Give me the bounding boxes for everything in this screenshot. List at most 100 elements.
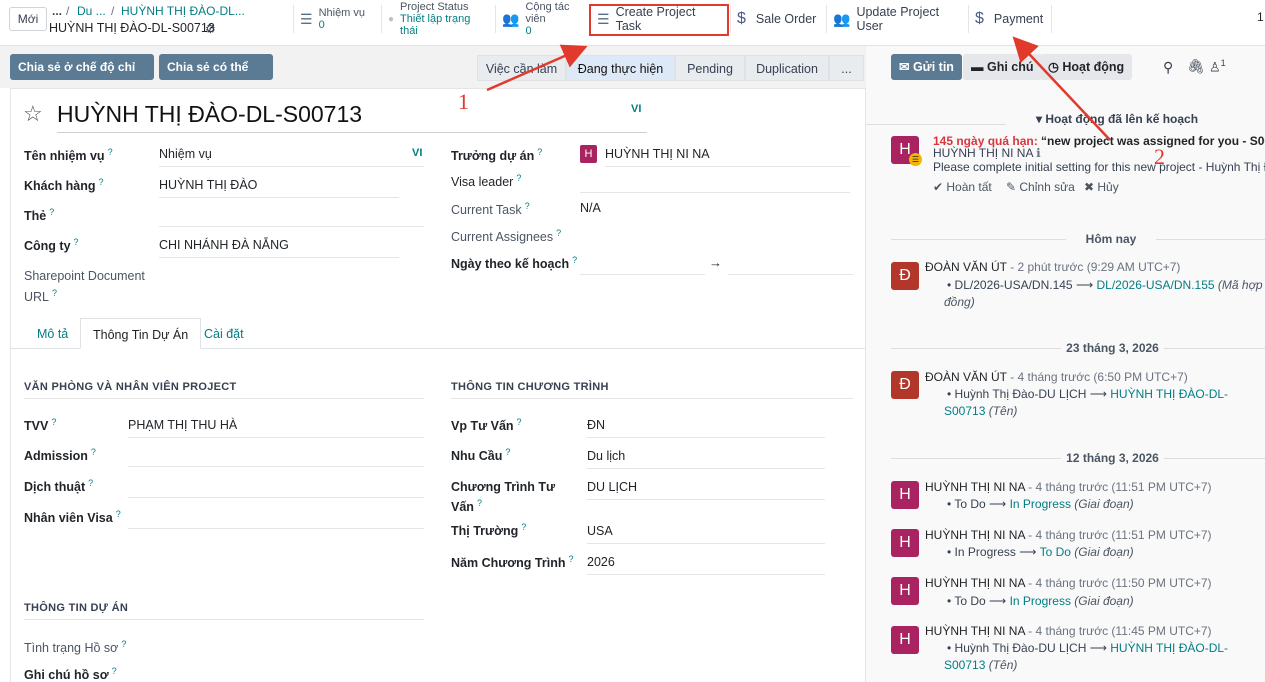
sale-order-button[interactable]: $ Sale Order [730, 5, 826, 33]
avatar: H [580, 145, 597, 163]
stat-tasks[interactable]: ☰ Nhiệm vụ 0 [293, 5, 381, 33]
avatar: Đ [891, 262, 919, 290]
message-header: ĐOÀN VĂN ÚT - 2 phút trước (9:29 AM UTC+… [925, 260, 1181, 274]
need-input[interactable]: Du lịch [587, 449, 825, 469]
admission-input[interactable] [128, 447, 424, 467]
tracking-change-cont: S00713 (Tên) [944, 404, 1018, 418]
customer-input[interactable]: HUỲNH THỊ ĐÀO [159, 178, 399, 198]
activity-edit-button[interactable]: ✎ Chỉnh sửa [1006, 180, 1075, 194]
field-label: Tên nhiệm vụ? [24, 147, 113, 164]
divider [891, 239, 1066, 240]
tasks-icon: ☰ [300, 10, 313, 27]
record-name-field[interactable]: HUỲNH THỊ ĐÀO-DL-S00713 [57, 101, 647, 133]
planned-activities-toggle[interactable]: ▾ Hoạt động đã lên kế hoạch [1036, 112, 1198, 126]
visa-leader-input[interactable] [580, 173, 850, 193]
stage-todo[interactable]: Việc cần làm [477, 55, 566, 81]
share-edit-button[interactable]: Chia sẻ có thể sửa [159, 54, 273, 100]
field-label: Tình trạng Hồ sơ? [24, 639, 127, 656]
stage-more[interactable]: ... [829, 55, 864, 81]
stat-label: Project Status [400, 1, 469, 13]
activity-done-button[interactable]: ✔ Hoàn tất [933, 180, 992, 194]
divider [1164, 458, 1265, 459]
stage-pending[interactable]: Pending [675, 55, 745, 81]
breadcrumb-project[interactable]: HUỲNH THỊ ĐÀO-DL... [121, 4, 245, 18]
program-year-input[interactable]: 2026 [587, 555, 825, 575]
field-label: Thị Trường? [451, 522, 527, 539]
company-input[interactable]: CHI NHÁNH ĐÀ NẴNG [159, 238, 399, 258]
field-label: Visa leader? [451, 173, 522, 190]
task-name-input[interactable]: Nhiệm vụ [159, 147, 424, 167]
field-label: Khách hàng? [24, 177, 104, 194]
program-input[interactable]: DU LỊCH [587, 480, 825, 500]
field-label: Năm Chương Trình? [451, 554, 574, 571]
office-input[interactable]: ĐN [587, 418, 825, 438]
stat-label: Nhiệm vụ [318, 7, 366, 19]
stat-value: 0 [525, 25, 532, 37]
visa-staff-input[interactable] [128, 509, 424, 529]
tracking-change-cont: S00713 (Tên) [944, 658, 1018, 672]
date-separator: Hôm nay [1085, 232, 1137, 246]
tags-input[interactable] [159, 207, 424, 227]
divider [866, 124, 1006, 125]
breadcrumb-du[interactable]: Du ... [77, 4, 106, 18]
field-label: Admission? [24, 447, 96, 464]
divider [1156, 239, 1265, 240]
tab-project-info[interactable]: Thông Tin Dự Án [80, 318, 202, 349]
activity-type-icon: ☰ [909, 153, 922, 166]
new-button[interactable]: Mới [9, 7, 47, 31]
annotation-number-2: 2 [1154, 144, 1165, 169]
translation-input[interactable] [128, 478, 424, 498]
planned-date-start[interactable] [580, 255, 705, 275]
stat-collaborators[interactable]: 👥 Cộng tác viên 0 [495, 1, 590, 37]
stat-project-status[interactable]: ● Project Status Thiết lập trạng thái [381, 1, 495, 37]
avatar: H [891, 577, 919, 605]
divider [1164, 348, 1265, 349]
info-icon: ℹ [1036, 146, 1041, 160]
gear-icon[interactable]: ⚙ [205, 22, 216, 36]
field-label: Current Assignees? [451, 228, 562, 245]
activity-cancel-button[interactable]: ✖ Hủy [1084, 180, 1119, 194]
field-label: Current Task? [451, 201, 530, 218]
field-label: TVV? [24, 417, 57, 434]
stat-value: 0 [318, 19, 325, 31]
lang-toggle[interactable]: VI [412, 147, 422, 159]
avatar: H [891, 529, 919, 557]
star-icon[interactable]: ☆ [23, 101, 43, 127]
message-header: HUỲNH THỊ NI NA - 4 tháng trước (11:50 P… [925, 576, 1212, 590]
message-header: HUỲNH THỊ NI NA - 4 tháng trước (11:51 P… [925, 528, 1212, 542]
tracking-change: • To Do ⟶ In Progress (Giai đoạn) [947, 594, 1134, 608]
tracking-change: • In Progress ⟶ To Do (Giai đoạn) [947, 545, 1134, 559]
field-label: Ngày theo kế hoạch? [451, 255, 578, 272]
message-header: HUỲNH THỊ NI NA - 4 tháng trước (11:45 P… [925, 624, 1212, 638]
search-icon[interactable]: ⚲ [1163, 59, 1173, 76]
market-input[interactable]: USA [587, 524, 825, 544]
field-label: Ghi chú hồ sơ? [24, 666, 117, 682]
date-separator: 12 tháng 3, 2026 [1066, 451, 1159, 465]
followers-icon[interactable]: ♙1 [1209, 58, 1226, 75]
users-icon: 👥 [833, 10, 851, 27]
update-project-user-button[interactable]: 👥 Update Project User [826, 5, 968, 33]
send-message-button[interactable]: ✉ Gửi tin [891, 54, 962, 80]
stage-in-progress[interactable]: Đang thực hiện [566, 55, 675, 81]
tvv-input[interactable]: PHẠM THỊ THU HÀ [128, 418, 424, 438]
stage-duplication[interactable]: Duplication [745, 55, 829, 81]
pager[interactable]: 1 [1257, 10, 1264, 24]
activity-button[interactable]: ◷ Hoạt động [1040, 54, 1133, 80]
update-user-label: Update Project User [856, 5, 940, 33]
field-label: Chương Trình Tư Vấn? [451, 480, 556, 515]
planned-date-end[interactable] [728, 255, 853, 275]
lang-toggle[interactable]: VI [631, 103, 641, 115]
paperclip-icon[interactable]: 🖇 [1187, 58, 1205, 75]
log-note-button[interactable]: ▬ Ghi chú [963, 54, 1042, 80]
field-label: Thẻ? [24, 207, 55, 224]
share-readonly-button[interactable]: Chia sẻ ở chế độ chỉ đọc [10, 54, 154, 100]
record-title: HUỲNH THỊ ĐÀO-DL-S00713 [49, 21, 215, 35]
project-manager-input[interactable]: HUỲNH THỊ NI NA [605, 147, 850, 167]
tab-description[interactable]: Mô tả [37, 327, 68, 341]
status-circle-icon: ● [388, 13, 395, 25]
payment-button[interactable]: $ Payment [968, 5, 1052, 33]
tab-settings[interactable]: Cài đặt [204, 327, 244, 341]
activity-user: HUỲNH THỊ NI NA ℹ [933, 146, 1041, 160]
breadcrumb-more[interactable]: ... [52, 4, 62, 18]
field-label: Trưởng dự án? [451, 147, 543, 164]
